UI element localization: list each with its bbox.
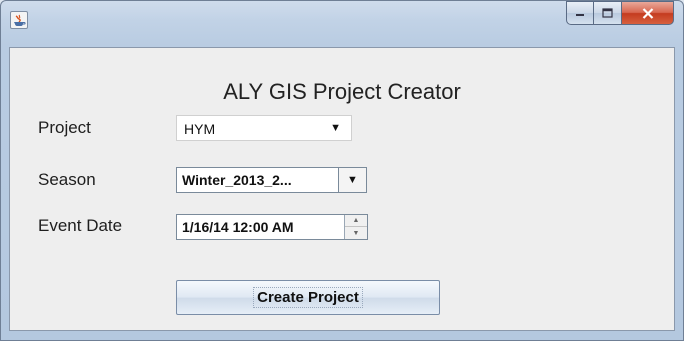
close-icon xyxy=(642,7,653,19)
title-bar[interactable] xyxy=(1,1,683,47)
season-label: Season xyxy=(38,170,96,189)
event-date-label: Event Date xyxy=(38,216,123,235)
chevron-down-icon: ▼ xyxy=(347,174,358,186)
maximize-icon xyxy=(602,8,613,18)
chevron-down-icon: ▼ xyxy=(330,122,341,134)
app-window: ALY GIS Project Creator Project HYM ▼ Se… xyxy=(0,0,684,341)
close-button[interactable] xyxy=(622,1,674,25)
spinner-down-button[interactable]: ▼ xyxy=(345,227,367,239)
project-value: HYM xyxy=(184,121,216,137)
java-icon[interactable] xyxy=(10,11,28,29)
event-date-spinner[interactable]: 1/16/14 12:00 AM ▲ ▼ xyxy=(176,214,368,240)
season-dropdown-button[interactable]: ▼ xyxy=(338,168,366,192)
create-project-button[interactable]: Create Project xyxy=(176,280,440,315)
spinner-up-button[interactable]: ▲ xyxy=(345,215,367,227)
season-dropdown[interactable]: Winter_2013_2... ▼ xyxy=(176,167,367,193)
spinner-buttons: ▲ ▼ xyxy=(344,215,367,239)
minimize-button[interactable] xyxy=(566,1,594,25)
chevron-down-icon: ▼ xyxy=(352,229,360,237)
maximize-button[interactable] xyxy=(594,1,622,25)
form-panel: ALY GIS Project Creator Project HYM ▼ Se… xyxy=(9,47,675,331)
season-value: Winter_2013_2... xyxy=(182,172,292,188)
minimize-icon xyxy=(576,14,584,16)
project-label: Project xyxy=(38,118,91,137)
chevron-up-icon: ▲ xyxy=(352,217,360,224)
project-dropdown[interactable]: HYM ▼ xyxy=(176,115,352,141)
dialog-title: ALY GIS Project Creator xyxy=(223,79,461,104)
event-date-value[interactable]: 1/16/14 12:00 AM xyxy=(182,219,294,235)
create-project-label: Create Project xyxy=(253,287,363,308)
